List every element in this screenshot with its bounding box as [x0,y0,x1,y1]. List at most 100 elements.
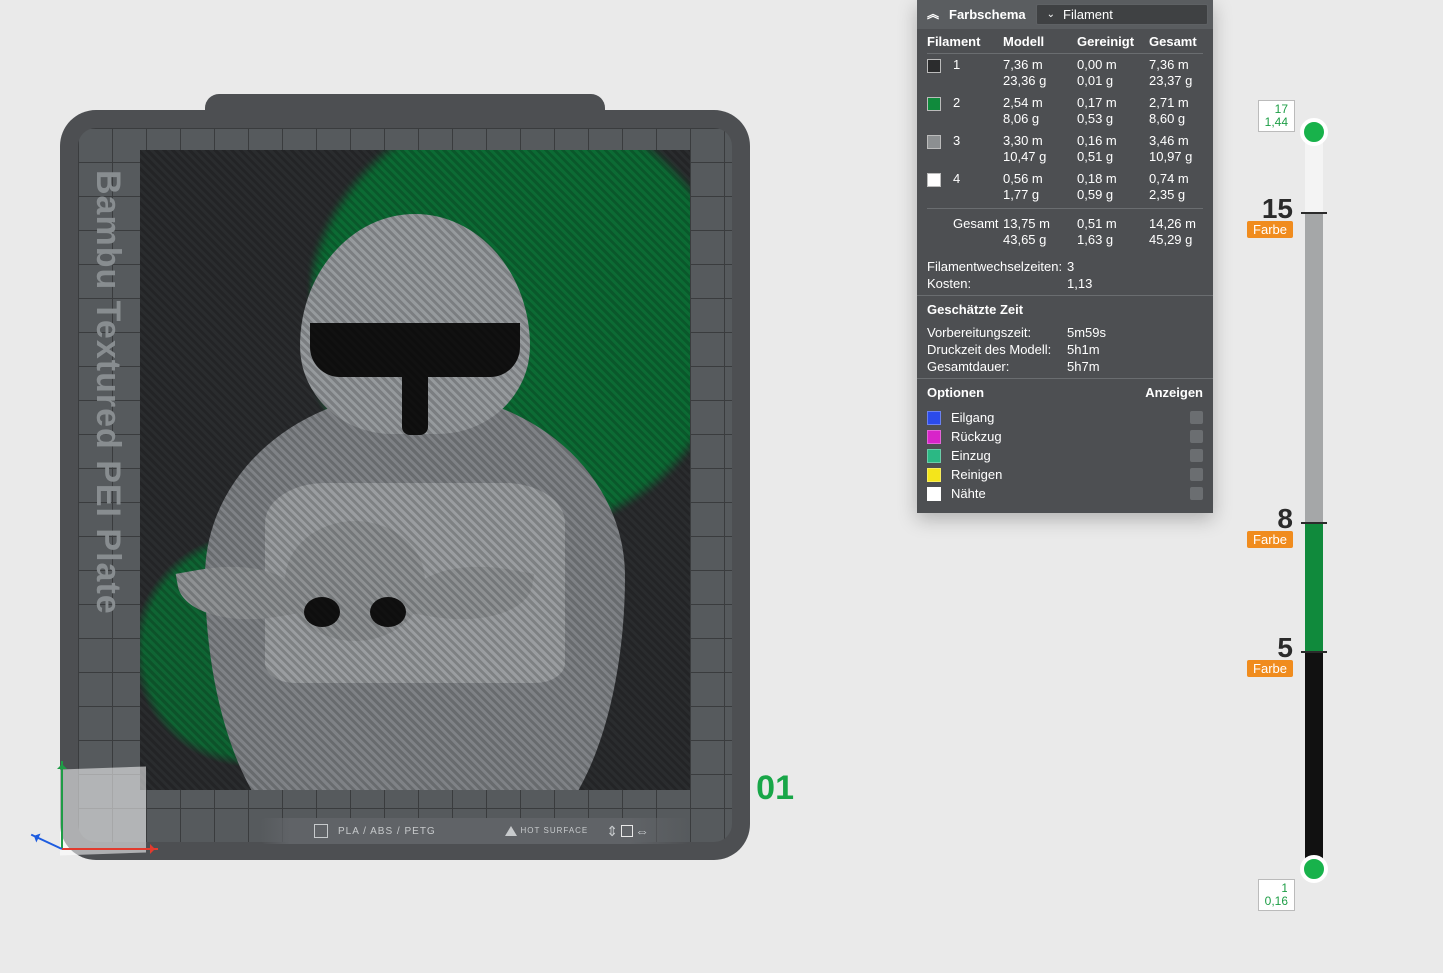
layer-segment [1305,213,1323,523]
purge-m: 0,16 m [1077,133,1141,149]
option-label: Reinigen [951,467,1002,482]
th-filament: Filament [927,34,995,49]
show-label: Anzeigen [1145,385,1203,400]
total-m: 7,36 m [1149,57,1213,73]
filament-swatch-icon [927,59,941,73]
filament-index: 2 [953,95,995,110]
plate-number: 01 [756,769,794,808]
time-section: Vorbereitungszeit: 5m59s Druckzeit des M… [917,323,1213,378]
options-header: Optionen Anzeigen [917,378,1213,406]
alignment-icons: ⇕⇔ [606,823,650,840]
option-visibility-checkbox[interactable] [1190,449,1203,462]
total-m: 3,46 m [1149,133,1213,149]
filament-meta: Filamentwechselzeiten: 3 Kosten: 1,13 [917,257,1213,295]
filament-swatch-icon [927,135,941,149]
layer-mark-tick [1301,651,1327,653]
layer-top-tag[interactable]: 17 1,44 [1258,100,1295,132]
layer-bot-idx: 1 [1281,881,1288,895]
filament-usage-table: Filament Modell Gereinigt Gesamt 1 7,36 m… [917,29,1213,257]
option-visibility-checkbox[interactable] [1190,468,1203,481]
filament-row[interactable]: 22,54 m8,06 g0,17 m0,53 g2,71 m8,60 g [927,92,1203,130]
filament-row[interactable]: 40,56 m1,77 g0,18 m0,59 g0,74 m2,35 g [927,168,1203,206]
prep-value: 5m59s [1067,325,1203,340]
th-purged: Gereinigt [1077,34,1141,49]
layer-mark-badge[interactable]: Farbe [1247,221,1293,238]
chevron-down-icon: ⌄ [1047,9,1055,20]
plate-material-text: PLA / ABS / PETG [338,826,436,837]
plate-info-bar: PLA / ABS / PETG HOT SURFACE ⇕⇔ [260,818,690,844]
filament-index: 1 [953,57,995,72]
layer-mark-number: 5 [1277,632,1293,664]
total-m: 2,71 m [1149,95,1213,111]
sliced-model-preview[interactable] [140,150,690,790]
total-g: 2,35 g [1149,187,1213,203]
option-visibility-checkbox[interactable] [1190,411,1203,424]
filament-index: 3 [953,133,995,148]
layer-segment [1305,523,1323,652]
build-plate[interactable]: Bambu Textured PEI Plate PLA / ABS / PET… [60,100,750,860]
filament-sum-row: Gesamt 13,75 m 43,65 g 0,51 m 1,63 g 14,… [927,213,1203,251]
print-label: Druckzeit des Modell: [927,342,1067,357]
model-g: 8,06 g [1003,111,1069,127]
option-swatch-icon [927,449,941,463]
purge-m: 0,00 m [1077,57,1141,73]
collapse-icon[interactable]: ︽ [927,5,939,22]
filament-row[interactable]: 33,30 m10,47 g0,16 m0,51 g3,46 m10,97 g [927,130,1203,168]
option-row: Einzug [927,446,1203,465]
model-m: 0,56 m [1003,171,1069,187]
model-m: 7,36 m [1003,57,1069,73]
purge-g: 0,01 g [1077,73,1141,89]
print-value: 5h1m [1067,342,1203,357]
layer-handle-top[interactable] [1300,118,1328,146]
total-label: Gesamtdauer: [927,359,1067,374]
filament-row[interactable]: 17,36 m23,36 g0,00 m0,01 g7,36 m23,37 g [927,54,1203,92]
option-visibility-checkbox[interactable] [1190,487,1203,500]
option-label: Nähte [951,486,986,501]
filament-swatch-icon [927,173,941,187]
color-scheme-value: Filament [1063,7,1113,22]
filament-swatch-icon [927,97,941,111]
sum-purge-m: 0,51 m [1077,216,1141,232]
layer-mark-tick [1301,522,1327,524]
layer-bottom-tag[interactable]: 1 0,16 [1258,879,1295,911]
layer-handle-bottom[interactable] [1300,855,1328,883]
total-g: 8,60 g [1149,111,1213,127]
sum-label: Gesamt [953,216,995,231]
purge-g: 0,59 g [1077,187,1141,203]
total-m: 0,74 m [1149,171,1213,187]
model-g: 10,47 g [1003,149,1069,165]
model-m: 2,54 m [1003,95,1069,111]
axis-gizmo[interactable] [42,728,172,858]
sum-total-g: 45,29 g [1149,232,1213,248]
option-swatch-icon [927,430,941,444]
layer-mark-badge[interactable]: Farbe [1247,531,1293,548]
option-swatch-icon [927,468,941,482]
sum-model-g: 43,65 g [1003,232,1069,248]
filament-index: 4 [953,171,995,186]
layer-track[interactable] [1305,132,1323,869]
prep-label: Vorbereitungszeit: [927,325,1067,340]
layer-mark-number: 8 [1277,503,1293,535]
option-label: Eilgang [951,410,994,425]
color-scheme-panel: ︽ Farbschema ⌄ Filament Filament Modell … [917,0,1213,513]
th-model: Modell [1003,34,1069,49]
layer-mark-badge[interactable]: Farbe [1247,660,1293,677]
color-scheme-select[interactable]: ⌄ Filament [1036,4,1208,25]
hot-surface-text: HOT SURFACE [521,827,589,835]
sum-purge-g: 1,63 g [1077,232,1141,248]
layer-slider[interactable]: 17 1,44 15Farbe8Farbe5Farbe 1 0,16 [1253,100,1323,889]
options-label: Optionen [927,385,984,400]
option-visibility-checkbox[interactable] [1190,430,1203,443]
fil-changes-label: Filamentwechselzeiten: [927,259,1067,274]
total-g: 10,97 g [1149,149,1213,165]
option-swatch-icon [927,411,941,425]
layer-top-idx: 17 [1275,102,1288,116]
model-g: 1,77 g [1003,187,1069,203]
purge-g: 0,51 g [1077,149,1141,165]
model-m: 3,30 m [1003,133,1069,149]
model-g: 23,36 g [1003,73,1069,89]
option-row: Eilgang [927,408,1203,427]
option-row: Nähte [927,484,1203,503]
option-swatch-icon [927,487,941,501]
purge-m: 0,18 m [1077,171,1141,187]
